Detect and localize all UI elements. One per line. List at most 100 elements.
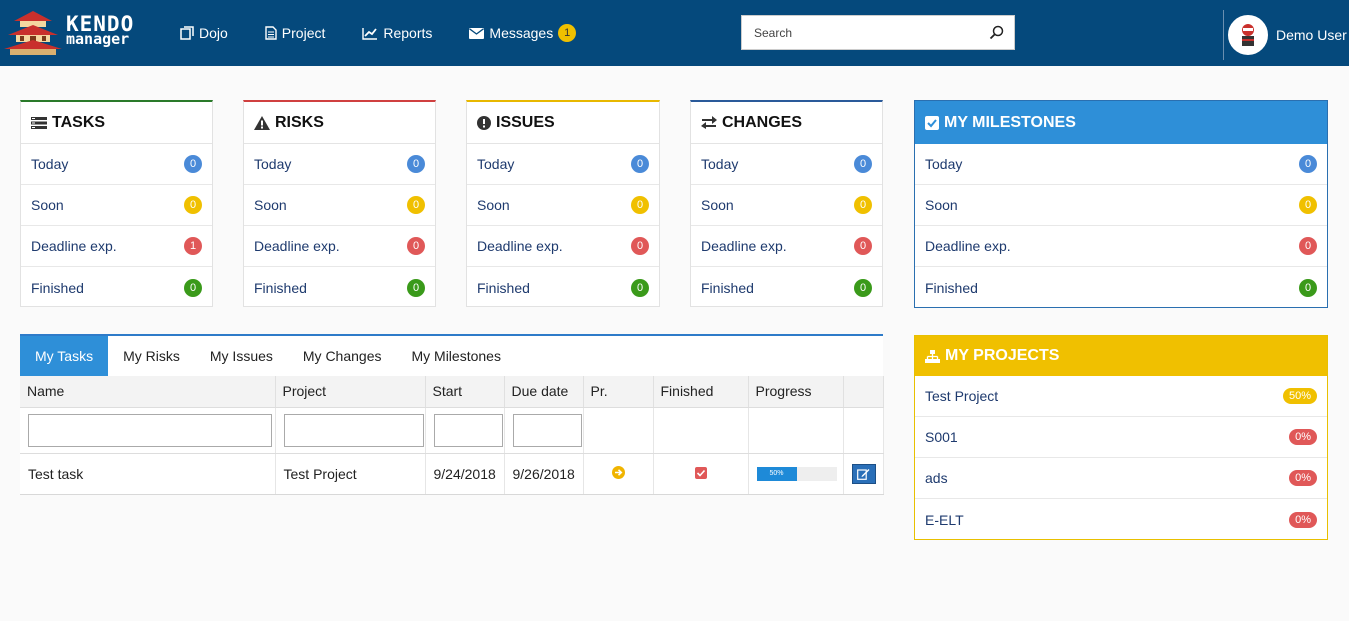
grid-filter-row xyxy=(20,407,884,454)
main-nav: Dojo Project Reports Messages 1 xyxy=(180,0,613,66)
tab-my-milestones[interactable]: My Milestones xyxy=(396,336,515,376)
edit-button[interactable] xyxy=(851,463,876,484)
tab-my-tasks[interactable]: My Tasks xyxy=(20,336,109,376)
row-label: Today xyxy=(31,156,69,172)
kendo-manager-logo[interactable]: KENDO manager xyxy=(4,9,154,57)
project-row-test-project[interactable]: Test Project 50% xyxy=(915,376,1327,417)
tasks-row-today[interactable]: Today 0 xyxy=(21,144,212,185)
row-label: Soon xyxy=(254,197,287,213)
tab-list: My Tasks My Risks My Issues My Changes M… xyxy=(20,336,883,376)
grid-header-row: Name Project Start Due date Pr. Finished… xyxy=(20,376,884,408)
issues-row-soon[interactable]: Soon 0 xyxy=(467,185,659,226)
messages-count-badge: 1 xyxy=(558,24,577,42)
row-label: Deadline exp. xyxy=(31,238,117,254)
user-menu[interactable]: Demo User xyxy=(1228,15,1347,55)
issues-row-finished[interactable]: Finished 0 xyxy=(467,267,659,308)
search-icon[interactable] xyxy=(989,25,1004,40)
milestones-row-soon[interactable]: Soon 0 xyxy=(915,185,1327,226)
milestones-card-header: MY MILESTONES xyxy=(915,101,1327,144)
milestones-row-today[interactable]: Today 0 xyxy=(915,144,1327,185)
risks-card-header: RISKS xyxy=(244,102,435,144)
sitemap-icon xyxy=(925,349,940,363)
project-row-e-elt[interactable]: E-ELT 0% xyxy=(915,499,1327,540)
edit-icon xyxy=(857,468,870,480)
count-badge: 1 xyxy=(184,237,202,255)
tasks-row-finished[interactable]: Finished 0 xyxy=(21,267,212,308)
chart-line-icon xyxy=(362,27,378,40)
search-box xyxy=(741,15,1015,50)
row-label: Deadline exp. xyxy=(701,238,787,254)
project-name: S001 xyxy=(925,429,958,445)
tasks-card-header: TASKS xyxy=(21,102,212,144)
row-label: Finished xyxy=(701,279,754,296)
tab-my-changes[interactable]: My Changes xyxy=(288,336,397,376)
column-header-priority[interactable]: Pr. xyxy=(583,376,654,408)
filter-cell-empty xyxy=(653,407,749,454)
milestones-row-finished[interactable]: Finished 0 xyxy=(915,267,1327,308)
risks-row-finished[interactable]: Finished 0 xyxy=(244,267,435,308)
count-badge: 0 xyxy=(631,237,649,255)
my-items-tabstrip: My Tasks My Risks My Issues My Changes M… xyxy=(20,334,884,495)
column-header-project[interactable]: Project xyxy=(275,376,426,408)
count-badge: 0 xyxy=(854,155,872,173)
tasks-row-deadline[interactable]: Deadline exp. 1 xyxy=(21,226,212,267)
row-label: Finished xyxy=(477,279,530,296)
filter-cell-empty xyxy=(843,407,884,454)
changes-row-deadline[interactable]: Deadline exp. 0 xyxy=(691,226,882,267)
milestones-row-deadline[interactable]: Deadline exp. 0 xyxy=(915,226,1327,267)
warning-icon xyxy=(254,115,270,130)
issues-row-deadline[interactable]: Deadline exp. 0 xyxy=(467,226,659,267)
column-header-finished[interactable]: Finished xyxy=(653,376,749,408)
changes-row-soon[interactable]: Soon 0 xyxy=(691,185,882,226)
top-navigation-bar: KENDO manager Dojo Project Reports Messa… xyxy=(0,0,1349,66)
search-input[interactable] xyxy=(742,16,972,49)
column-header-due-date[interactable]: Due date xyxy=(504,376,584,408)
changes-card: CHANGES Today 0 Soon 0 Deadline exp. 0 Fini… xyxy=(690,100,883,307)
nav-item-dojo[interactable]: Dojo xyxy=(180,25,228,41)
nav-item-messages[interactable]: Messages 1 xyxy=(469,24,577,42)
changes-row-today[interactable]: Today 0 xyxy=(691,144,882,185)
column-header-progress[interactable]: Progress xyxy=(748,376,844,408)
document-icon xyxy=(265,26,277,40)
project-row-ads[interactable]: ads 0% xyxy=(915,458,1327,499)
nav-item-reports[interactable]: Reports xyxy=(362,25,432,41)
cell-actions xyxy=(843,453,884,495)
row-label: Soon xyxy=(701,197,734,213)
count-badge: 0 xyxy=(184,196,202,214)
count-badge: 0 xyxy=(631,278,649,297)
table-row[interactable]: Test task Test Project 9/24/2018 9/26/20… xyxy=(20,453,884,495)
nav-label-project: Project xyxy=(281,25,326,41)
risks-row-deadline[interactable]: Deadline exp. 0 xyxy=(244,226,435,267)
row-label: Finished xyxy=(254,279,307,296)
arrow-right-circle-icon xyxy=(611,465,625,479)
tasks-row-soon[interactable]: Soon 0 xyxy=(21,185,212,226)
count-badge: 0 xyxy=(1299,155,1317,173)
project-name: E-ELT xyxy=(925,511,964,528)
column-header-start[interactable]: Start xyxy=(425,376,505,408)
risks-row-soon[interactable]: Soon 0 xyxy=(244,185,435,226)
issues-card-title: ISSUES xyxy=(496,113,555,131)
cell-start: 9/24/2018 xyxy=(425,453,505,495)
cell-due-date: 9/26/2018 xyxy=(504,453,584,495)
risks-row-today[interactable]: Today 0 xyxy=(244,144,435,185)
tab-my-issues[interactable]: My Issues xyxy=(195,336,288,376)
avatar[interactable] xyxy=(1228,15,1268,55)
row-label: Today xyxy=(477,156,515,172)
tab-my-risks[interactable]: My Risks xyxy=(108,336,195,376)
brand-name: KENDO manager xyxy=(66,14,134,47)
changes-row-finished[interactable]: Finished 0 xyxy=(691,267,882,308)
column-header-name[interactable]: Name xyxy=(20,376,276,408)
filter-start-input[interactable] xyxy=(433,413,503,447)
cell-project: Test Project xyxy=(275,453,426,495)
filter-project-input[interactable] xyxy=(283,413,424,447)
user-separator xyxy=(1223,10,1224,60)
filter-name-input[interactable] xyxy=(28,413,272,447)
project-row-s001[interactable]: S001 0% xyxy=(915,417,1327,458)
issues-row-today[interactable]: Today 0 xyxy=(467,144,659,185)
my-projects-card: MY PROJECTS Test Project 50% S001 0% ads 0%… xyxy=(914,335,1328,540)
filter-cell-empty xyxy=(748,407,844,454)
exclamation-circle-icon xyxy=(477,115,491,130)
projects-card-header: MY PROJECTS xyxy=(915,336,1327,376)
nav-item-project[interactable]: Project xyxy=(265,25,326,41)
filter-due-date-input[interactable] xyxy=(512,413,582,447)
